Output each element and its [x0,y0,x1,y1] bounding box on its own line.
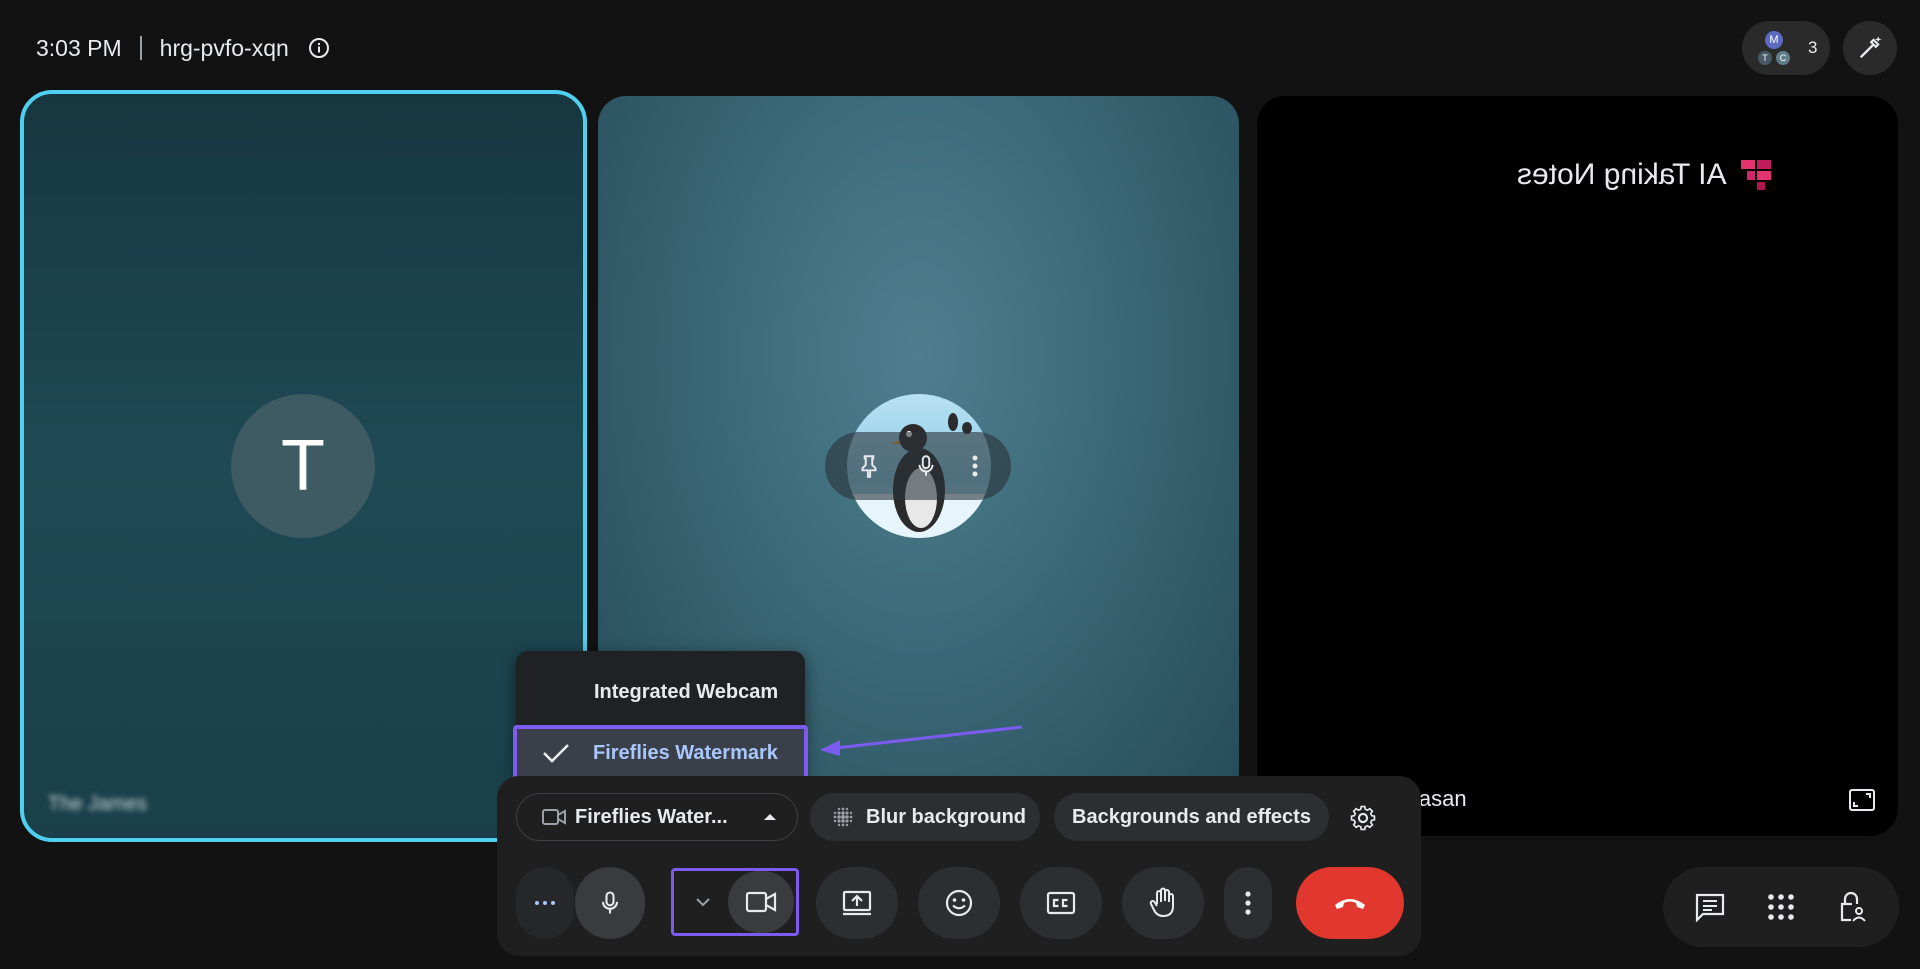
reactions-button[interactable] [918,867,1000,939]
camera-control-group [671,868,799,936]
apps-grid-icon [1768,894,1794,920]
fireflies-logo-icon [1740,160,1773,190]
hang-up-icon [1335,899,1365,909]
controls-panel: Fireflies Water... Blur background Backg… [497,776,1421,956]
avatar: T [1758,51,1772,65]
present-screen-icon [842,890,872,916]
more-options-icon[interactable] [970,453,980,479]
annotation-arrow [820,725,1023,756]
people-button[interactable]: M T C 3 [1742,21,1830,75]
activities-button[interactable] [1757,883,1805,931]
top-bar: 3:03 PM hrg-pvfo-xqn [36,30,331,66]
magic-wand-icon [1859,36,1882,59]
camera-option-fireflies-watermark[interactable]: Fireflies Watermark [513,725,808,781]
camera-select[interactable]: Fireflies Water... [516,793,798,841]
tile-hover-controls [825,432,1011,500]
blur-background-label: Blur background [866,805,1027,828]
pin-icon[interactable] [856,453,882,479]
info-icon[interactable] [307,36,331,60]
closed-captions-icon [1046,891,1076,915]
avatar: C [1776,51,1790,65]
participant-avatars: M T C [1758,31,1790,65]
camera-option-label: Fireflies Watermark [593,741,778,764]
caret-up-icon [763,813,777,821]
raise-hand-button[interactable] [1122,867,1204,939]
settings-button[interactable] [1343,798,1383,838]
microphone-button[interactable] [575,867,645,939]
more-options-button[interactable] [1224,867,1272,939]
participant-name: The James [48,793,147,815]
meeting-code: hrg-pvfo-xqn [159,34,289,61]
camera-select-label: Fireflies Water... [575,805,728,828]
chat-button[interactable] [1686,883,1734,931]
check-icon [541,741,571,765]
backgrounds-effects-button[interactable]: Backgrounds and effects [1054,793,1329,841]
camera-button[interactable] [728,871,794,933]
current-time: 3:03 PM [36,34,122,61]
more-vertical-icon [1245,891,1251,915]
raise-hand-icon [1149,887,1174,918]
lock-person-icon [1840,891,1866,922]
gear-icon [1350,805,1376,831]
participant-count: 3 [1808,38,1818,57]
present-screen-button[interactable] [816,867,898,939]
leave-call-button[interactable] [1296,867,1404,939]
divider [139,36,142,60]
chevron-down-icon [696,898,710,907]
chat-icon [1696,893,1725,922]
mic-icon[interactable] [913,453,939,479]
participant-tile-3[interactable]: AI Taking Notes Hasan [1257,96,1898,836]
captions-button[interactable] [1020,867,1102,939]
host-controls-button[interactable] [1828,883,1876,931]
emoji-icon [945,889,973,917]
camera-select-menu: Integrated Webcam Fireflies Watermark [513,651,808,785]
blur-icon [832,806,854,828]
blur-background-button[interactable]: Blur background [810,793,1040,841]
avatar: T [231,394,375,538]
video-camera-icon [745,891,777,913]
fullscreen-icon[interactable] [1848,788,1876,812]
camera-options-button[interactable] [676,871,730,933]
more-horizontal-icon [535,901,555,905]
avatar: M [1765,31,1783,49]
mic-icon [601,891,619,914]
backgrounds-effects-label: Backgrounds and effects [1072,805,1311,828]
ai-notes-watermark: AI Taking Notes [1517,158,1773,192]
camera-option-label: Integrated Webcam [594,680,779,703]
ai-notes-text: AI Taking Notes [1517,158,1727,191]
camera-option-integrated-webcam[interactable]: Integrated Webcam [516,667,805,717]
video-camera-icon [541,807,567,827]
side-controls [1663,867,1899,947]
audio-options-button[interactable] [516,867,574,939]
magic-wand-button[interactable] [1843,21,1897,75]
participant-tile-1[interactable]: T The James [20,90,587,842]
